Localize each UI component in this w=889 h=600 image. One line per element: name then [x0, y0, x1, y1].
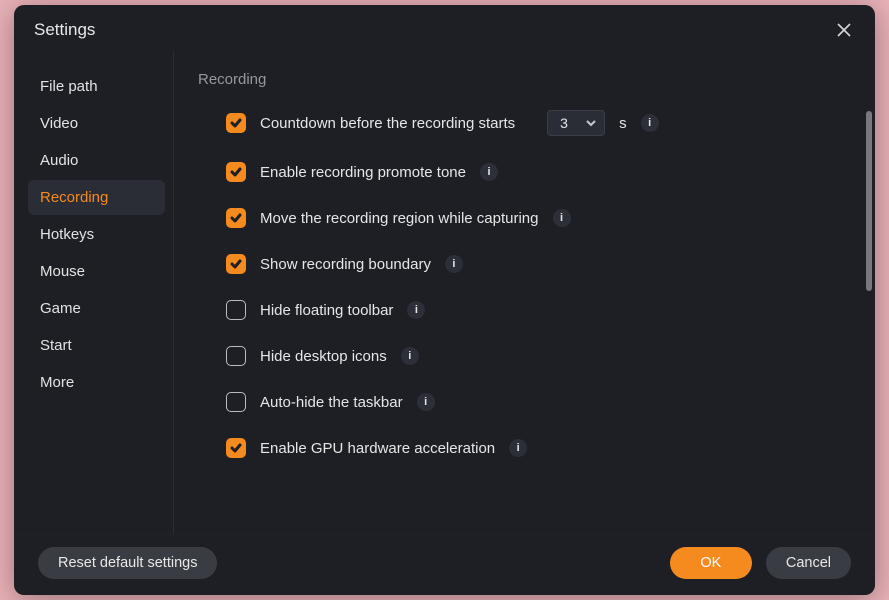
countdown-value: 3 — [560, 115, 568, 131]
info-icon[interactable]: i — [417, 393, 435, 411]
settings-sidebar: File pathVideoAudioRecordingHotkeysMouse… — [14, 51, 174, 534]
checkbox[interactable] — [226, 300, 246, 320]
option-row: Enable GPU hardware acceleration i — [198, 438, 845, 458]
settings-window: Settings File pathVideoAudioRecordingHot… — [14, 5, 875, 595]
cancel-button[interactable]: Cancel — [766, 547, 851, 579]
checkbox[interactable] — [226, 208, 246, 228]
info-icon[interactable]: i — [509, 439, 527, 457]
info-icon[interactable]: i — [480, 163, 498, 181]
sidebar-item-start[interactable]: Start — [28, 328, 165, 363]
option-row: Countdown before the recording starts 3 si — [198, 110, 845, 136]
option-row: Move the recording region while capturin… — [198, 208, 845, 228]
window-body: File pathVideoAudioRecordingHotkeysMouse… — [14, 51, 875, 534]
option-label: Enable recording promote tone — [260, 164, 466, 181]
scrollbar-thumb[interactable] — [866, 111, 872, 291]
checkbox[interactable] — [226, 162, 246, 182]
ok-button[interactable]: OK — [670, 547, 752, 579]
sidebar-item-recording[interactable]: Recording — [28, 180, 165, 215]
sidebar-item-video[interactable]: Video — [28, 106, 165, 141]
sidebar-item-mouse[interactable]: Mouse — [28, 254, 165, 289]
countdown-unit: s — [619, 115, 627, 132]
info-icon[interactable]: i — [407, 301, 425, 319]
option-row: Auto-hide the taskbar i — [198, 392, 845, 412]
info-icon[interactable]: i — [401, 347, 419, 365]
check-icon — [230, 258, 242, 270]
close-button[interactable] — [833, 19, 855, 41]
titlebar: Settings — [14, 5, 875, 51]
option-label: Enable GPU hardware acceleration — [260, 440, 495, 457]
settings-content: Recording Countdown before the recording… — [174, 51, 875, 534]
option-row: Hide desktop icons i — [198, 346, 845, 366]
checkbox[interactable] — [226, 346, 246, 366]
option-row: Enable recording promote tone i — [198, 162, 845, 182]
sidebar-item-more[interactable]: More — [28, 365, 165, 400]
sidebar-item-audio[interactable]: Audio — [28, 143, 165, 178]
option-label: Auto-hide the taskbar — [260, 394, 403, 411]
checkbox[interactable] — [226, 113, 246, 133]
window-title: Settings — [34, 20, 95, 40]
checkbox[interactable] — [226, 392, 246, 412]
option-row: Show recording boundary i — [198, 254, 845, 274]
info-icon[interactable]: i — [641, 114, 659, 132]
footer-right: OK Cancel — [670, 547, 851, 579]
options-list: Countdown before the recording starts3si… — [198, 110, 845, 458]
check-icon — [230, 442, 242, 454]
info-icon[interactable]: i — [553, 209, 571, 227]
option-label: Show recording boundary — [260, 256, 431, 273]
sidebar-item-game[interactable]: Game — [28, 291, 165, 326]
scrollbar-track[interactable] — [866, 111, 872, 534]
option-label: Hide desktop icons — [260, 348, 387, 365]
option-label: Hide floating toolbar — [260, 302, 393, 319]
option-label: Move the recording region while capturin… — [260, 210, 539, 227]
chevron-down-icon — [586, 115, 596, 131]
check-icon — [230, 117, 242, 129]
info-icon[interactable]: i — [445, 255, 463, 273]
option-row: Hide floating toolbar i — [198, 300, 845, 320]
section-title: Recording — [198, 71, 845, 88]
checkbox[interactable] — [226, 254, 246, 274]
checkbox[interactable] — [226, 438, 246, 458]
sidebar-item-file-path[interactable]: File path — [28, 69, 165, 104]
countdown-select[interactable]: 3 — [547, 110, 605, 136]
check-icon — [230, 166, 242, 178]
option-label: Countdown before the recording starts — [260, 115, 515, 132]
sidebar-item-hotkeys[interactable]: Hotkeys — [28, 217, 165, 252]
check-icon — [230, 212, 242, 224]
footer: Reset default settings OK Cancel — [14, 534, 875, 595]
close-icon — [836, 22, 852, 38]
reset-defaults-button[interactable]: Reset default settings — [38, 547, 217, 579]
